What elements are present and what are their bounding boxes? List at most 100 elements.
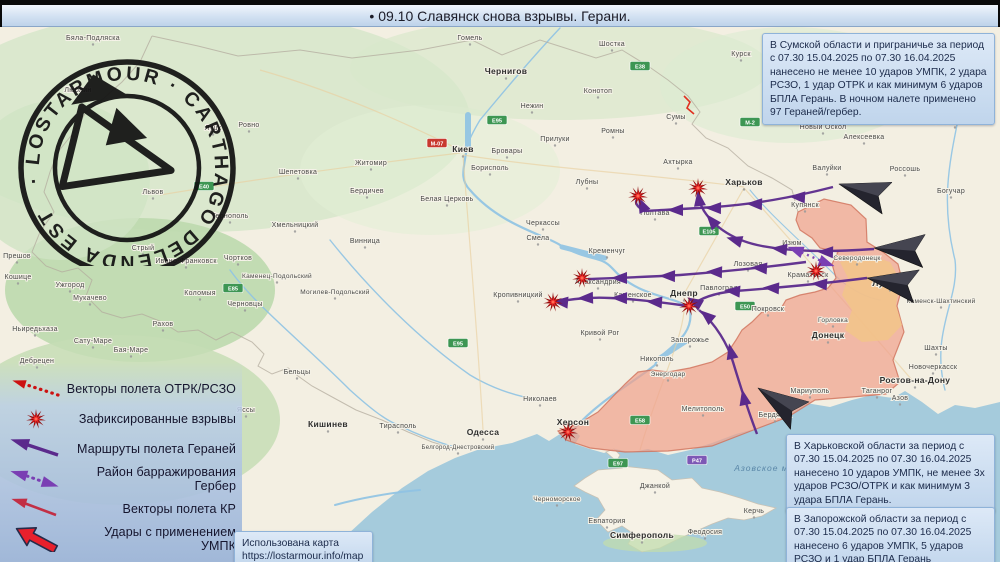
svg-text:Рахов: Рахов bbox=[153, 321, 174, 328]
svg-text:Борисполь: Борисполь bbox=[471, 165, 509, 172]
svg-text:Мариуполь: Мариуполь bbox=[790, 388, 829, 395]
svg-text:Курск: Курск bbox=[731, 51, 751, 58]
legend-item-label: Район барражирования Гербер bbox=[96, 465, 236, 493]
legend-item-label: Векторы полета КР bbox=[122, 502, 236, 516]
svg-text:Россошь: Россошь bbox=[890, 166, 921, 173]
legend-item-label: Зафиксированные взрывы bbox=[78, 412, 236, 426]
svg-text:Нежин: Нежин bbox=[521, 103, 544, 110]
svg-text:Мукачево: Мукачево bbox=[73, 295, 107, 302]
svg-text:Бельцы: Бельцы bbox=[284, 369, 311, 376]
svg-text:Купянск: Купянск bbox=[791, 202, 819, 209]
kr-vector-icon bbox=[11, 498, 57, 517]
svg-text:Азов: Азов bbox=[892, 395, 909, 402]
svg-text:Черновцы: Черновцы bbox=[227, 301, 262, 308]
svg-text:Алексеевка: Алексеевка bbox=[844, 134, 885, 141]
map-attribution: Использована карта https://lostarmour.in… bbox=[234, 531, 373, 562]
svg-text:Кропивницкий: Кропивницкий bbox=[493, 291, 543, 299]
lostarmour-stamp: · LOSTARMOUR · CARTHAGO DELENDA EST bbox=[5, 46, 249, 266]
legend-item: Район барражирования Гербер bbox=[0, 464, 242, 494]
svg-text:Белгород-Днестровский: Белгород-Днестровский bbox=[422, 444, 495, 451]
svg-text:Николаев: Николаев bbox=[523, 396, 557, 403]
road-badge: Е95 bbox=[486, 115, 508, 125]
svg-text:Феодосия: Феодосия bbox=[688, 529, 723, 536]
svg-text:Коломыя: Коломыя bbox=[184, 290, 216, 297]
svg-text:Горловка: Горловка bbox=[818, 317, 848, 324]
svg-text:Сату-Маре: Сату-Маре bbox=[74, 338, 112, 345]
svg-text:М-2: М-2 bbox=[745, 120, 755, 126]
svg-text:Житомир: Житомир bbox=[355, 160, 387, 167]
svg-text:Северодонецк: Северодонецк bbox=[833, 255, 880, 262]
attribution-url[interactable]: https://lostarmour.info/map bbox=[242, 550, 365, 562]
svg-text:Каменск-Шахтинский: Каменск-Шахтинский bbox=[906, 297, 975, 305]
svg-text:Покровск: Покровск bbox=[752, 306, 785, 313]
gerber-area-icon bbox=[10, 470, 59, 487]
svg-text:Хмельницкий: Хмельницкий bbox=[272, 221, 319, 229]
svg-text:Мелитополь: Мелитополь bbox=[682, 406, 725, 413]
svg-text:Херсон: Херсон bbox=[557, 417, 589, 427]
svg-text:Донецк: Донецк bbox=[812, 330, 845, 340]
svg-text:Р47: Р47 bbox=[692, 458, 702, 464]
svg-text:Е50: Е50 bbox=[740, 304, 750, 310]
svg-text:Е97: Е97 bbox=[613, 461, 623, 467]
legend-item: Зафиксированные взрывы bbox=[0, 404, 242, 434]
svg-text:Таганрог: Таганрог bbox=[862, 388, 893, 395]
svg-text:Кишинев: Кишинев bbox=[308, 419, 348, 429]
svg-text:Конотоп: Конотоп bbox=[584, 88, 613, 95]
svg-text:Шепетовка: Шепетовка bbox=[279, 169, 317, 176]
svg-text:Ромны: Ромны bbox=[601, 128, 624, 135]
legend-item: Векторы полета КР bbox=[0, 494, 242, 524]
svg-text:Бая-Маре: Бая-Маре bbox=[114, 347, 149, 354]
infobox-sumy: В Сумской области и приграничье за перио… bbox=[762, 33, 995, 126]
svg-text:Смела: Смела bbox=[526, 235, 549, 242]
svg-text:Е58: Е58 bbox=[635, 418, 645, 424]
infobox-zaporizhzhia: В Запорожской области за период с 07.30 … bbox=[786, 507, 995, 562]
svg-text:Гомель: Гомель bbox=[457, 35, 482, 42]
road-badge: М-2 bbox=[739, 117, 761, 127]
luhansk-area bbox=[840, 255, 902, 342]
slide-header: • 09.10 Славянск снова взрывы. Герани. bbox=[0, 0, 1000, 27]
svg-text:Евпатория: Евпатория bbox=[588, 518, 625, 525]
svg-text:Симферополь: Симферополь bbox=[610, 530, 674, 540]
svg-text:М-07: М-07 bbox=[431, 141, 444, 147]
svg-text:Каменец-Подольский: Каменец-Подольский bbox=[242, 272, 312, 280]
umpk-strike-icon bbox=[15, 527, 59, 552]
svg-text:Днепр: Днепр bbox=[670, 288, 698, 298]
svg-text:Тирасполь: Тирасполь bbox=[379, 423, 416, 430]
svg-text:Бердичев: Бердичев bbox=[350, 188, 384, 195]
svg-text:Запорожье: Запорожье bbox=[671, 337, 709, 344]
explosion-icon bbox=[26, 409, 46, 429]
svg-text:Е85: Е85 bbox=[228, 286, 238, 292]
svg-text:Е38: Е38 bbox=[635, 64, 645, 70]
svg-text:Краматорск: Краматорск bbox=[788, 272, 830, 279]
svg-text:Черкассы: Черкассы bbox=[526, 220, 560, 227]
attribution-label: Использована карта bbox=[242, 538, 339, 549]
svg-text:Валуйки: Валуйки bbox=[812, 164, 841, 172]
svg-text:Ньиредьхаза: Ньиредьхаза bbox=[12, 326, 58, 333]
svg-text:Кривой Рог: Кривой Рог bbox=[580, 329, 619, 337]
road-badge: Е58 bbox=[629, 415, 651, 425]
road-badge: М-07 bbox=[426, 138, 448, 148]
svg-text:Энергодар: Энергодар bbox=[651, 371, 686, 378]
legend-item-label: Маршруты полета Гераней bbox=[77, 442, 236, 456]
svg-text:Черноморское: Черноморское bbox=[533, 496, 581, 503]
svg-text:Никополь: Никополь bbox=[640, 356, 674, 363]
geran-route-icon bbox=[10, 439, 59, 457]
road-badge: Е105 bbox=[698, 226, 720, 236]
svg-text:Белая Церковь: Белая Церковь bbox=[420, 196, 473, 203]
svg-text:Е95: Е95 bbox=[492, 118, 502, 124]
legend-item-label: Векторы полета ОТРК/РСЗО bbox=[66, 382, 236, 396]
svg-text:Шахты: Шахты bbox=[924, 345, 947, 352]
svg-text:Чернигов: Чернигов bbox=[485, 66, 528, 76]
screenshot-frame: • 09.10 Славянск снова взрывы. Герани. Е… bbox=[0, 0, 1000, 562]
legend-item: Удары с применением УМПК bbox=[0, 524, 242, 554]
road-badge: Р47 bbox=[686, 455, 708, 465]
map-legend: Векторы полета ОТРК/РСЗО Зафиксированные … bbox=[0, 362, 242, 562]
svg-text:Могилев-Подольский: Могилев-Подольский bbox=[300, 288, 370, 296]
svg-text:Киев: Киев bbox=[452, 144, 474, 154]
legend-item: Векторы полета ОТРК/РСЗО bbox=[0, 374, 242, 404]
otrk-vector-icon bbox=[12, 380, 60, 397]
svg-text:Шостка: Шостка bbox=[599, 41, 625, 48]
road-badge: Е97 bbox=[607, 458, 629, 468]
svg-text:Керчь: Керчь bbox=[744, 508, 765, 515]
svg-text:Бровары: Бровары bbox=[492, 148, 523, 155]
